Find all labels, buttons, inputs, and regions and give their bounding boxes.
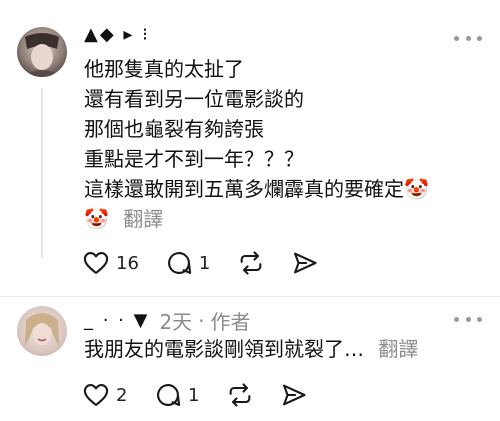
reply-count: 1 [188, 384, 200, 406]
comment-line: 那個也龜裂有夠誇張 [84, 117, 264, 141]
dot-icon [477, 316, 482, 322]
translate-button[interactable]: 翻譯 [378, 337, 418, 361]
comment-1: ▲◆ ▸ ⁝ 他那隻真的太扯了 還有看到另一位電影談的 那個也龜裂有夠誇張 重點… [0, 0, 500, 296]
share-button[interactable] [291, 249, 319, 277]
dot-icon [454, 316, 459, 322]
username[interactable]: _ · · ▼ [84, 310, 149, 331]
timestamp: 2天 [159, 310, 193, 334]
avatar[interactable] [17, 27, 67, 77]
dot-icon [465, 316, 471, 322]
like-count: 2 [116, 384, 128, 406]
comment-line: 我朋友的電影談剛領到就裂了… 翻譯 [84, 334, 480, 364]
avatar-image [17, 306, 67, 356]
comment-header: _ · · ▼ 2天 · 作者 [84, 306, 251, 335]
translate-button[interactable]: 翻譯 [123, 207, 163, 231]
username[interactable]: ▲◆ ▸ ⁝ [84, 24, 150, 45]
emoji-translate-line: 🤡 翻譯 [84, 204, 480, 234]
heart-icon [83, 384, 109, 406]
thread-line [41, 88, 43, 258]
comment-text: 我朋友的電影談剛領到就裂了… 翻譯 [84, 334, 480, 364]
meta-separator: · [198, 308, 205, 333]
like-button[interactable]: 2 [82, 381, 128, 409]
repost-button[interactable] [237, 249, 265, 277]
reply-count: 1 [198, 252, 211, 274]
action-bar: 2 1 [82, 381, 334, 409]
clown-emoji-icon: 🤡 [84, 207, 109, 231]
divider [0, 296, 500, 297]
dot-icon [465, 35, 471, 41]
comment-line: 這樣還敢開到五萬多爛霹真的要確定🤡 [84, 177, 429, 201]
comment-line: 還有看到另一位電影談的 [84, 87, 304, 111]
author-tag: 作者 [210, 310, 251, 334]
dot-icon [454, 35, 459, 41]
share-button[interactable] [280, 381, 308, 409]
repost-button[interactable] [226, 381, 254, 409]
avatar-image [17, 27, 67, 77]
avatar[interactable] [17, 306, 67, 356]
repost-icon [240, 251, 262, 275]
like-button[interactable]: 16 [82, 249, 139, 277]
reply-button[interactable]: 1 [165, 249, 211, 277]
more-options-button[interactable] [454, 32, 482, 44]
more-options-button[interactable] [454, 313, 482, 325]
comment-bubble-icon [157, 384, 181, 406]
comment-line: 重點是才不到一年？？？ [84, 147, 304, 171]
repost-icon [229, 383, 251, 407]
send-icon [283, 384, 306, 406]
comment-2: _ · · ▼ 2天 · 作者 我朋友的電影談剛領到就裂了… 翻譯 2 1 [0, 296, 500, 421]
send-icon [293, 252, 317, 274]
comment-line-text: 我朋友的電影談剛領到就裂了… [84, 337, 364, 361]
action-bar: 16 1 [82, 249, 345, 277]
comment-text: 他那隻真的太扯了 還有看到另一位電影談的 那個也龜裂有夠誇張 重點是才不到一年？… [84, 54, 480, 234]
reply-button[interactable]: 1 [154, 381, 200, 409]
comment-header: ▲◆ ▸ ⁝ [84, 24, 150, 45]
comment-bubble-icon [167, 252, 192, 274]
heart-icon [83, 252, 109, 274]
comment-line: 他那隻真的太扯了 [84, 57, 244, 81]
dot-icon [477, 35, 482, 41]
like-count: 16 [116, 252, 139, 274]
